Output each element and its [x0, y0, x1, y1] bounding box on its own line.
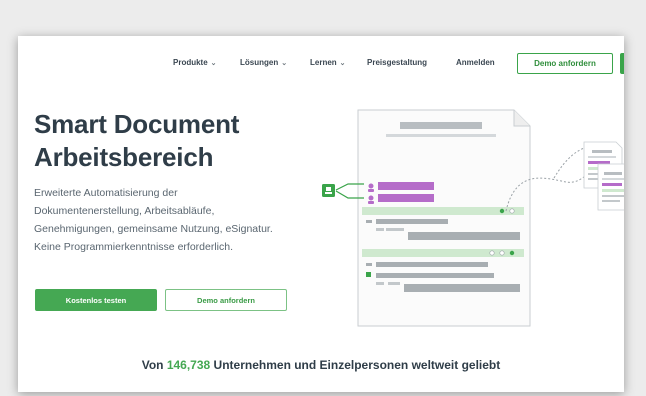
browser-viewport: Produkte ⌄ Lösungen ⌄ Lernen ⌄ Preisgest… [18, 36, 624, 392]
cut-off-nav-button[interactable] [620, 53, 624, 74]
document-workflow-illustration [322, 109, 624, 327]
person-icon [368, 195, 374, 201]
nav-item-label: Preisgestaltung [367, 58, 428, 67]
main-document-page [357, 109, 531, 327]
social-proof-tagline: Von 146,738 Unternehmen und Einzelperson… [18, 358, 624, 372]
user-count: 146,738 [166, 358, 211, 372]
nav-item-preisgestaltung[interactable]: Preisgestaltung [367, 58, 427, 67]
person-icon [368, 183, 374, 189]
side-document [597, 163, 624, 211]
request-demo-button[interactable]: Demo anfordern [165, 289, 287, 311]
tagline-prefix: Von [141, 358, 167, 372]
nav-item-label: Lernen [310, 58, 337, 67]
hero-title-line2: Arbeitsbereich [34, 142, 214, 172]
nav-item-loesungen[interactable]: Lösungen ⌄ [240, 58, 287, 67]
check-icon [366, 272, 371, 277]
nav-item-label: Lösungen [240, 58, 279, 67]
chevron-down-icon: ⌄ [210, 59, 217, 67]
chevron-down-icon: ⌄ [281, 59, 288, 67]
nav-item-lernen[interactable]: Lernen ⌄ [310, 58, 346, 67]
nav-item-anmelden[interactable]: Anmelden [456, 58, 495, 67]
try-free-button[interactable]: Kostenlos testen [35, 289, 157, 311]
nav-item-label: Anmelden [456, 58, 495, 67]
demo-request-nav-button[interactable]: Demo anfordern [517, 53, 613, 74]
top-navigation: Produkte ⌄ Lösungen ⌄ Lernen ⌄ Preisgest… [18, 50, 624, 78]
tagline-suffix: Unternehmen und Einzelpersonen weltweit … [210, 358, 501, 372]
hero-title-line1: Smart Document [34, 109, 240, 139]
hero-title: Smart Document Arbeitsbereich [34, 108, 239, 174]
nav-item-produkte[interactable]: Produkte ⌄ [173, 58, 217, 67]
nav-item-label: Produkte [173, 58, 208, 67]
chevron-down-icon: ⌄ [339, 59, 346, 67]
hero-description: Erweiterte Automatisierung der Dokumente… [34, 187, 273, 253]
